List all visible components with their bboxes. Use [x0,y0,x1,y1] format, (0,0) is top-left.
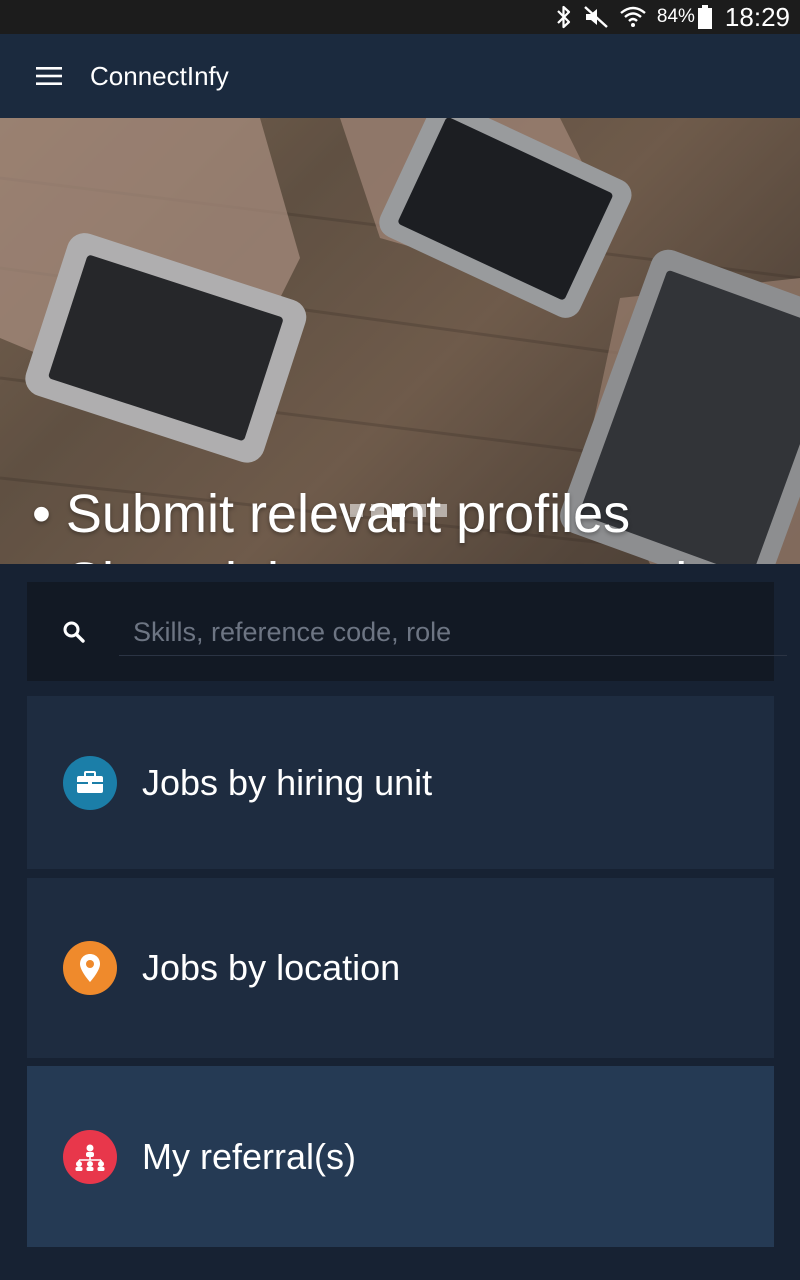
wifi-icon [619,4,647,30]
app-title: ConnectInfy [90,60,229,91]
jobs-by-hiring-unit-button[interactable]: Jobs by hiring unit [27,696,774,869]
pager-dot[interactable] [350,504,363,517]
bluetooth-icon [555,4,573,30]
carousel-pager [350,504,447,517]
search-icon[interactable] [61,619,87,645]
status-clock: 18:29 [724,1,790,32]
pager-dot[interactable] [434,504,447,517]
my-referrals-label: My referral(s) [142,1135,356,1177]
referral-network-icon [63,1129,117,1184]
location-pin-icon [63,941,117,995]
my-referrals-button[interactable]: My referral(s) [27,1066,774,1247]
status-bar: 84% 18:29 [0,0,800,34]
pager-dot[interactable] [371,504,384,517]
hamburger-menu-icon[interactable] [24,51,74,101]
battery-icon [697,4,713,30]
hero-banner[interactable]: • Submit relevant profiles • Share jobs … [0,118,800,564]
pager-dot-active[interactable] [392,504,405,517]
battery-percent: 84% [656,6,695,27]
briefcase-icon [63,755,117,810]
jobs-by-location-label: Jobs by location [142,947,401,988]
jobs-by-hiring-unit-label: Jobs by hiring unit [142,761,433,803]
app-bar: ConnectInfy [0,34,800,118]
hero-text: • Submit relevant profiles • Share jobs … [32,480,780,564]
hero-line-2: • Share jobs across network [32,548,780,564]
mute-icon [583,5,609,29]
search-input[interactable] [119,610,787,656]
search-bar [27,582,787,681]
pager-dot[interactable] [413,504,426,517]
jobs-by-location-button[interactable]: Jobs by location [27,878,774,1058]
